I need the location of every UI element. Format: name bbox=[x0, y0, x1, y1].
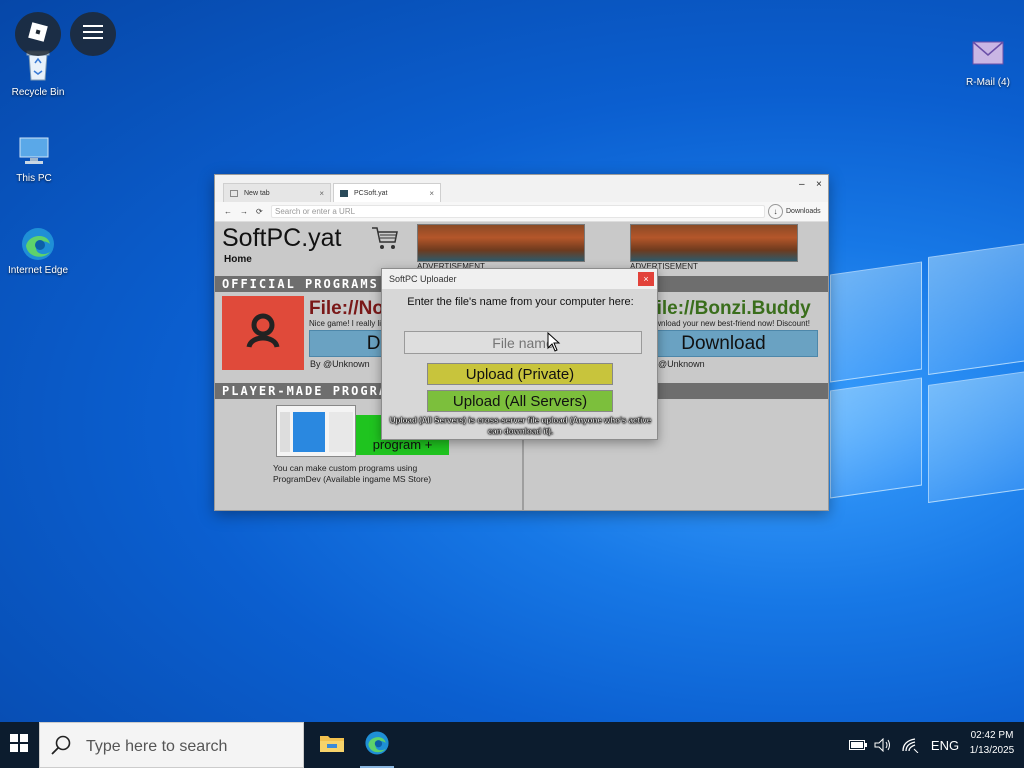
taskbar-search-box[interactable]: Type here to search bbox=[39, 722, 304, 768]
dialog-titlebar: SoftPC Uploader × bbox=[382, 269, 657, 289]
back-button[interactable]: ← bbox=[224, 207, 232, 216]
start-button[interactable] bbox=[0, 722, 38, 768]
volume-icon[interactable] bbox=[873, 722, 893, 768]
program-title: File://No bbox=[309, 298, 384, 319]
mouse-cursor-icon bbox=[547, 331, 561, 352]
battery-icon[interactable] bbox=[848, 722, 868, 768]
mail-icon bbox=[970, 38, 1006, 74]
desktop-icon-label: Internet Edge bbox=[7, 265, 69, 276]
promo-line: You can make custom programs using bbox=[273, 463, 418, 473]
programdev-screenshot bbox=[276, 405, 356, 457]
edge-icon bbox=[20, 226, 56, 262]
tab-label: New tab bbox=[244, 189, 270, 197]
uploader-dialog: SoftPC Uploader × Enter the file's name … bbox=[381, 268, 658, 440]
windows-logo-icon bbox=[10, 733, 28, 757]
close-window-button[interactable]: × bbox=[816, 179, 822, 190]
column-divider bbox=[522, 439, 524, 510]
roblox-menu-button[interactable] bbox=[15, 12, 61, 56]
dialog-close-button[interactable]: × bbox=[638, 272, 654, 286]
taskbar-clock[interactable]: 02:42 PM 1/13/2025 bbox=[962, 728, 1022, 758]
tab-label: PCSoft.yat bbox=[354, 189, 388, 197]
desktop-icon-label: R-Mail (4) bbox=[966, 77, 1010, 88]
desktop-icon-label: This PC bbox=[16, 173, 52, 184]
advertisement-banner[interactable] bbox=[417, 224, 585, 262]
minimize-button[interactable]: – bbox=[799, 179, 805, 190]
hamburger-menu-icon bbox=[82, 23, 104, 46]
url-input[interactable]: Search or enter a URL bbox=[271, 205, 765, 218]
desktop-icon-internet-edge[interactable]: Internet Edge bbox=[0, 226, 76, 276]
shopping-cart-icon[interactable] bbox=[371, 224, 399, 252]
search-icon bbox=[50, 734, 72, 756]
language-indicator[interactable]: ENG bbox=[927, 722, 963, 768]
clock-date: 1/13/2025 bbox=[969, 745, 1015, 756]
roblox-hamburger-button[interactable] bbox=[70, 12, 116, 56]
program-description: Nice game! I really like bbox=[309, 319, 390, 328]
program-thumbnail[interactable] bbox=[222, 296, 304, 370]
network-icon[interactable] bbox=[899, 722, 921, 768]
home-link[interactable]: Home bbox=[224, 254, 252, 265]
taskbar: Type here to search ENG 02:42 PM 1/13/20… bbox=[0, 722, 1024, 768]
desktop-icon-r-mail[interactable]: R-Mail (4) bbox=[950, 38, 1024, 88]
dialog-prompt: Enter the file's name from your computer… bbox=[407, 296, 634, 308]
advertisement-banner[interactable] bbox=[630, 224, 798, 262]
tab-new-tab[interactable]: New tab × bbox=[223, 183, 331, 202]
refresh-button[interactable]: ⟳ bbox=[256, 207, 263, 216]
upload-all-servers-button[interactable]: Upload (All Servers) bbox=[427, 390, 613, 412]
programdev-promo-text: You can make custom programs using Progr… bbox=[273, 463, 431, 485]
site-title: SoftPC.yat bbox=[222, 224, 342, 252]
program-description: Download your new best-friend now! Disco… bbox=[645, 319, 810, 328]
dialog-title: SoftPC Uploader bbox=[389, 274, 457, 284]
site-favicon-icon bbox=[340, 189, 348, 197]
edge-icon bbox=[364, 730, 390, 761]
taskbar-edge[interactable] bbox=[356, 722, 398, 768]
clock-time: 02:42 PM bbox=[970, 730, 1014, 741]
desktop-icon-this-pc[interactable]: This PC bbox=[0, 134, 72, 184]
computer-icon bbox=[16, 134, 52, 170]
address-bar: ← → ⟳ Search or enter a URL ↓ Downloads bbox=[215, 202, 828, 222]
tab-bar: New tab × PCSoft.yat × – × bbox=[215, 175, 828, 202]
file-explorer-icon bbox=[319, 732, 345, 759]
program-title: File://Bonzi.Buddy bbox=[645, 298, 811, 319]
wallpaper-windows-logo bbox=[820, 242, 1024, 520]
file-name-input[interactable] bbox=[404, 331, 642, 354]
tab-close-button[interactable]: × bbox=[429, 189, 434, 198]
roblox-logo-icon bbox=[27, 21, 49, 48]
desktop-icon-label: Recycle Bin bbox=[11, 87, 65, 98]
promo-line: ProgramDev (Available ingame MS Store) bbox=[273, 474, 432, 484]
tab-pcsoft[interactable]: PCSoft.yat × bbox=[333, 183, 441, 202]
page-icon bbox=[230, 189, 238, 197]
program-author: By @Unknown bbox=[310, 359, 370, 369]
tab-close-button[interactable]: × bbox=[319, 189, 324, 198]
downloads-label[interactable]: Downloads bbox=[786, 208, 821, 215]
upload-private-button[interactable]: Upload (Private) bbox=[427, 363, 613, 385]
search-placeholder: Type here to search bbox=[86, 738, 228, 755]
user-silhouette-icon bbox=[243, 311, 283, 356]
forward-button[interactable]: → bbox=[240, 207, 248, 216]
upload-note: Upload (All Servers) is cross-server fil… bbox=[389, 416, 652, 436]
download-icon[interactable]: ↓ bbox=[768, 204, 783, 219]
taskbar-file-explorer[interactable] bbox=[311, 722, 353, 768]
